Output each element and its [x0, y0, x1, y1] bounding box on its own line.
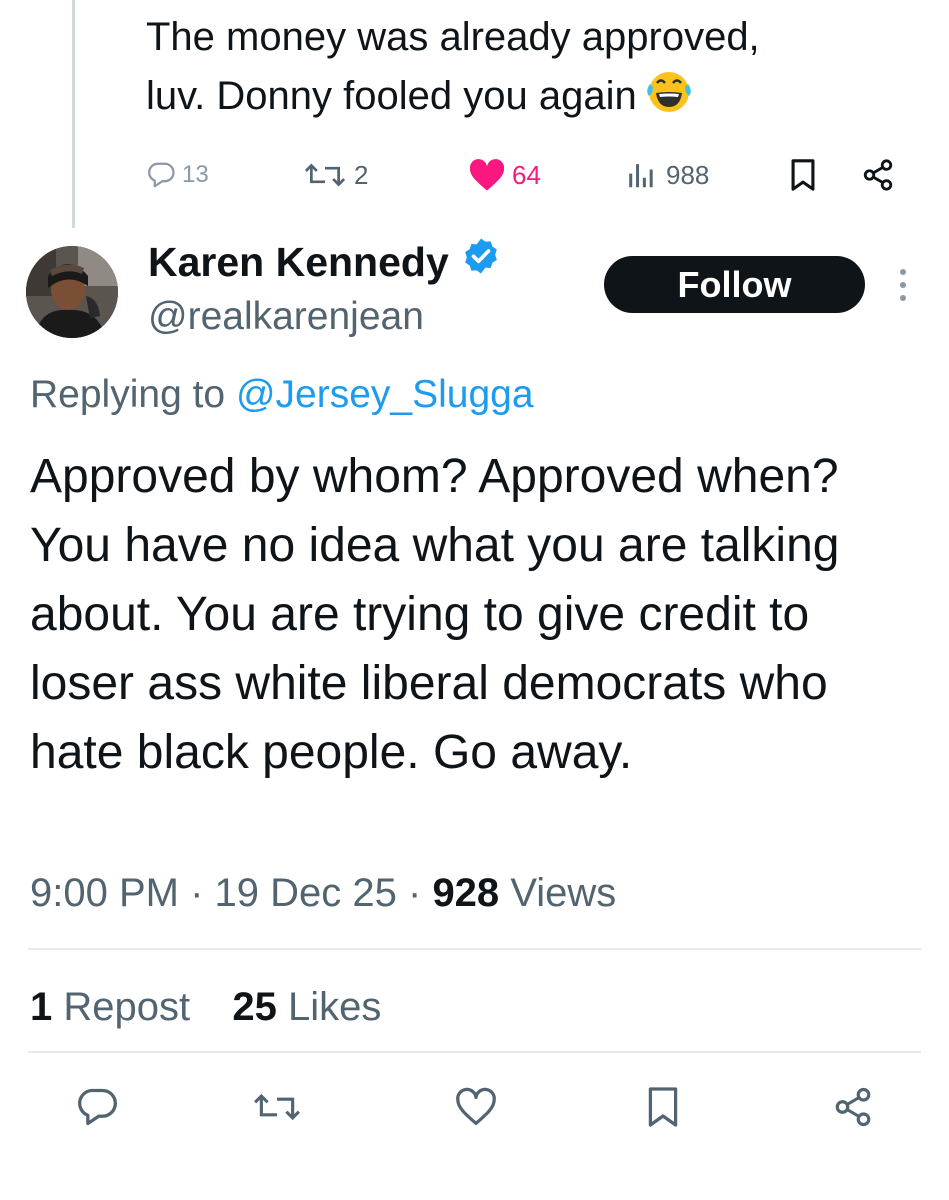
- meta-separator: ·: [408, 871, 433, 915]
- tweet-action-bar: [0, 1084, 949, 1134]
- replying-to-mention[interactable]: @Jersey_Slugga: [236, 373, 534, 416]
- author-handle[interactable]: @realkarenjean: [148, 292, 424, 342]
- reply-icon: [75, 1085, 119, 1134]
- previous-tweet-line-2: luv. Donny fooled you again: [146, 74, 637, 118]
- likes-stat[interactable]: 25 Likes: [232, 985, 381, 1029]
- views-label: Views: [510, 871, 617, 915]
- repost-icon: [302, 160, 348, 190]
- tears-of-joy-emoji-icon: [643, 69, 695, 132]
- repost-stat[interactable]: 1 Repost: [30, 985, 190, 1029]
- previous-repost-count: 2: [354, 159, 369, 190]
- repost-button[interactable]: [252, 1084, 302, 1134]
- repost-icon: [252, 1089, 302, 1130]
- previous-bookmark-button[interactable]: [788, 152, 818, 198]
- previous-tweet-line-1: The money was already approved,: [146, 15, 760, 59]
- bookmark-icon: [645, 1085, 681, 1134]
- tweet-metadata: 9:00 PM · 19 Dec 25 · 928 Views: [30, 864, 616, 922]
- verified-badge-icon: [461, 236, 501, 288]
- previous-reply-count: 13: [182, 161, 209, 188]
- avatar[interactable]: [26, 246, 118, 338]
- engagement-stats: 1 Repost 25 Likes: [30, 978, 381, 1036]
- divider: [28, 1051, 921, 1053]
- views-chart-icon: [626, 160, 660, 190]
- reply-icon: [146, 160, 176, 190]
- replying-to-line: Replying to @Jersey_Slugga: [30, 368, 534, 422]
- replying-to-prefix: Replying to: [30, 373, 226, 416]
- previous-share-button[interactable]: [860, 152, 896, 198]
- divider: [28, 948, 921, 950]
- previous-like-button[interactable]: 64: [468, 152, 541, 198]
- previous-like-count: 64: [512, 159, 541, 190]
- likes-label: Likes: [288, 985, 382, 1029]
- previous-repost-button[interactable]: 2: [302, 152, 368, 198]
- more-vertical-icon: [893, 269, 913, 310]
- share-icon: [832, 1086, 874, 1133]
- views-count: 928: [432, 871, 500, 915]
- previous-views-button[interactable]: 988: [626, 152, 709, 198]
- author-name[interactable]: Karen Kennedy: [148, 236, 501, 288]
- meta-separator: ·: [190, 871, 215, 915]
- share-icon: [860, 158, 896, 192]
- bookmark-icon: [788, 158, 818, 192]
- tweet-time[interactable]: 9:00 PM: [30, 871, 179, 915]
- tweet-date[interactable]: 19 Dec 25: [215, 871, 397, 915]
- follow-button[interactable]: Follow: [604, 256, 865, 313]
- more-options-button[interactable]: [893, 264, 913, 306]
- repost-label: Repost: [63, 985, 191, 1029]
- tweet-body-text: Approved by whom? Approved when? You hav…: [30, 450, 840, 779]
- previous-reply-button[interactable]: 13: [146, 152, 209, 198]
- like-button[interactable]: [451, 1084, 501, 1134]
- bookmark-button[interactable]: [638, 1084, 688, 1134]
- share-button[interactable]: [828, 1084, 878, 1134]
- previous-views-count: 988: [666, 159, 710, 190]
- likes-count: 25: [232, 985, 277, 1029]
- previous-tweet-actions: 13 2 64 988: [0, 152, 949, 198]
- author-name-text: Karen Kennedy: [148, 239, 449, 285]
- heart-icon: [454, 1087, 498, 1132]
- heart-filled-icon: [468, 158, 506, 192]
- previous-tweet-text: The money was already approved, luv. Don…: [146, 8, 906, 132]
- repost-count: 1: [30, 985, 53, 1029]
- reply-button[interactable]: [72, 1084, 122, 1134]
